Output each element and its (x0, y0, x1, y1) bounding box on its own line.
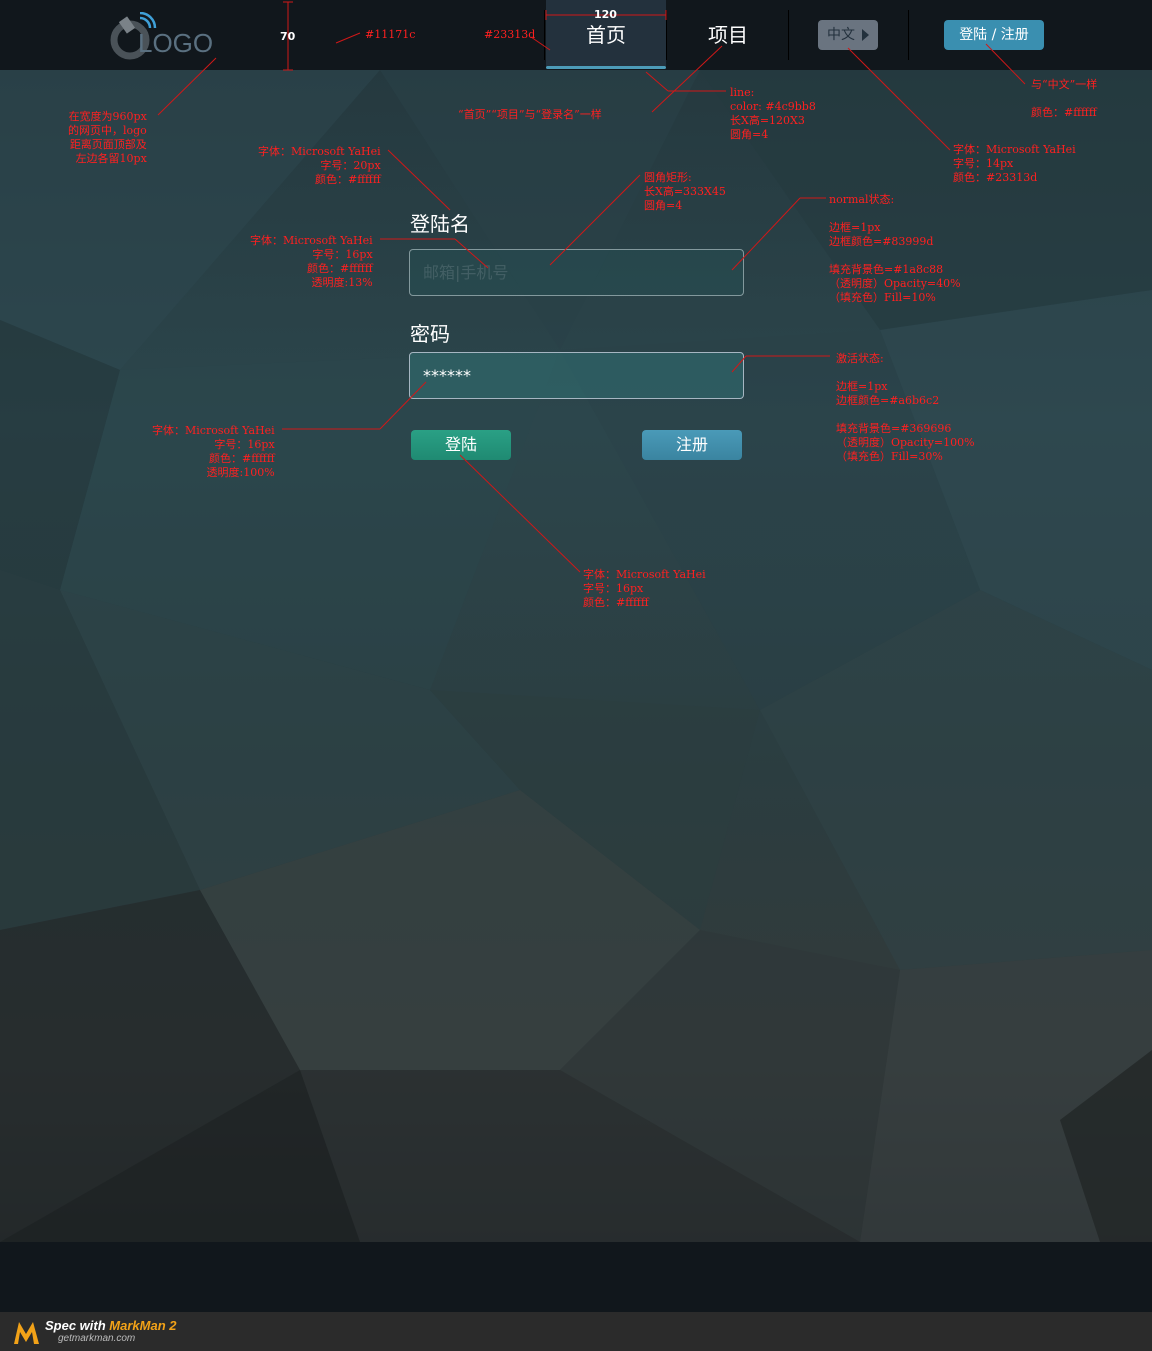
login-button[interactable]: 登陆 (411, 430, 511, 460)
height-dimension-label: 70 (280, 30, 296, 43)
nav-divider (788, 10, 789, 60)
logo-text: LOGO (138, 28, 214, 58)
register-button[interactable]: 注册 (642, 430, 742, 460)
footer-area (0, 1242, 1152, 1312)
annotation-button: 字体：Microsoft YaHei 字号：16px 颜色：#ffffff (583, 568, 706, 609)
username-input[interactable]: 邮箱|手机号 (409, 249, 744, 296)
nav-divider (666, 10, 667, 60)
annotation-nav-same: “首页”“项目”与“登录名”一样 (458, 108, 602, 121)
annotation-password: 字体：Microsoft YaHei 字号：16px 颜色：#ffffff 透明… (152, 424, 275, 479)
annotation-label: 字体：Microsoft YaHei 字号：20px 颜色：#ffffff (258, 145, 381, 186)
nav-divider (544, 10, 545, 60)
annotation-nav-active-color: #23313d (484, 28, 536, 41)
annotation-login-button: 与“中文”一样 颜色：#ffffff (1031, 78, 1098, 119)
markman-logo-icon (14, 1322, 39, 1344)
language-button[interactable]: 中文 (818, 20, 878, 50)
annotation-active-state: 激活状态: 边框=1px 边框颜色=#a6b6c2 填充背景色=#369696 … (836, 352, 975, 463)
annotation-lang: 字体：Microsoft YaHei 字号：14px 颜色：#23313d (953, 143, 1076, 184)
caret-right-icon (862, 29, 869, 41)
annotation-bg-color: #11171c (365, 28, 416, 41)
annotation-normal-state: normal状态: 边框=1px 边框颜色=#83999d 填充背景色=#1a8… (829, 193, 961, 304)
markman-spec-text: Spec with MarkMan 2 (45, 1318, 177, 1333)
polygon-pattern (0, 70, 1152, 1242)
annotation-placeholder: 字体：Microsoft YaHei 字号：16px 颜色：#ffffff 透明… (250, 234, 373, 289)
markman-url[interactable]: getmarkman.com (58, 1333, 135, 1344)
username-label: 登陆名 (410, 212, 470, 236)
markman-brand: MarkMan 2 (109, 1318, 177, 1333)
annotation-logo: 在宽度为960px 的网页中，logo 距离页面顶部及 左边各留10px (68, 110, 147, 165)
password-label: 密码 (410, 322, 450, 346)
width-dimension-label: 120 (594, 8, 617, 21)
markman-prefix: Spec with (45, 1318, 110, 1333)
annotation-rect: 圆角矩形: 长X高=333X45 圆角=4 (644, 171, 726, 212)
password-input[interactable]: ****** (409, 352, 744, 399)
annotation-line: line: color: #4c9bb8 长X高=120X3 圆角=4 (730, 86, 816, 141)
nav-item-projects[interactable]: 项目 (668, 0, 788, 66)
polygon-background (0, 70, 1152, 1242)
language-label: 中文 (827, 27, 855, 43)
nav-divider (908, 10, 909, 60)
login-register-button[interactable]: 登陆 / 注册 (944, 20, 1044, 50)
